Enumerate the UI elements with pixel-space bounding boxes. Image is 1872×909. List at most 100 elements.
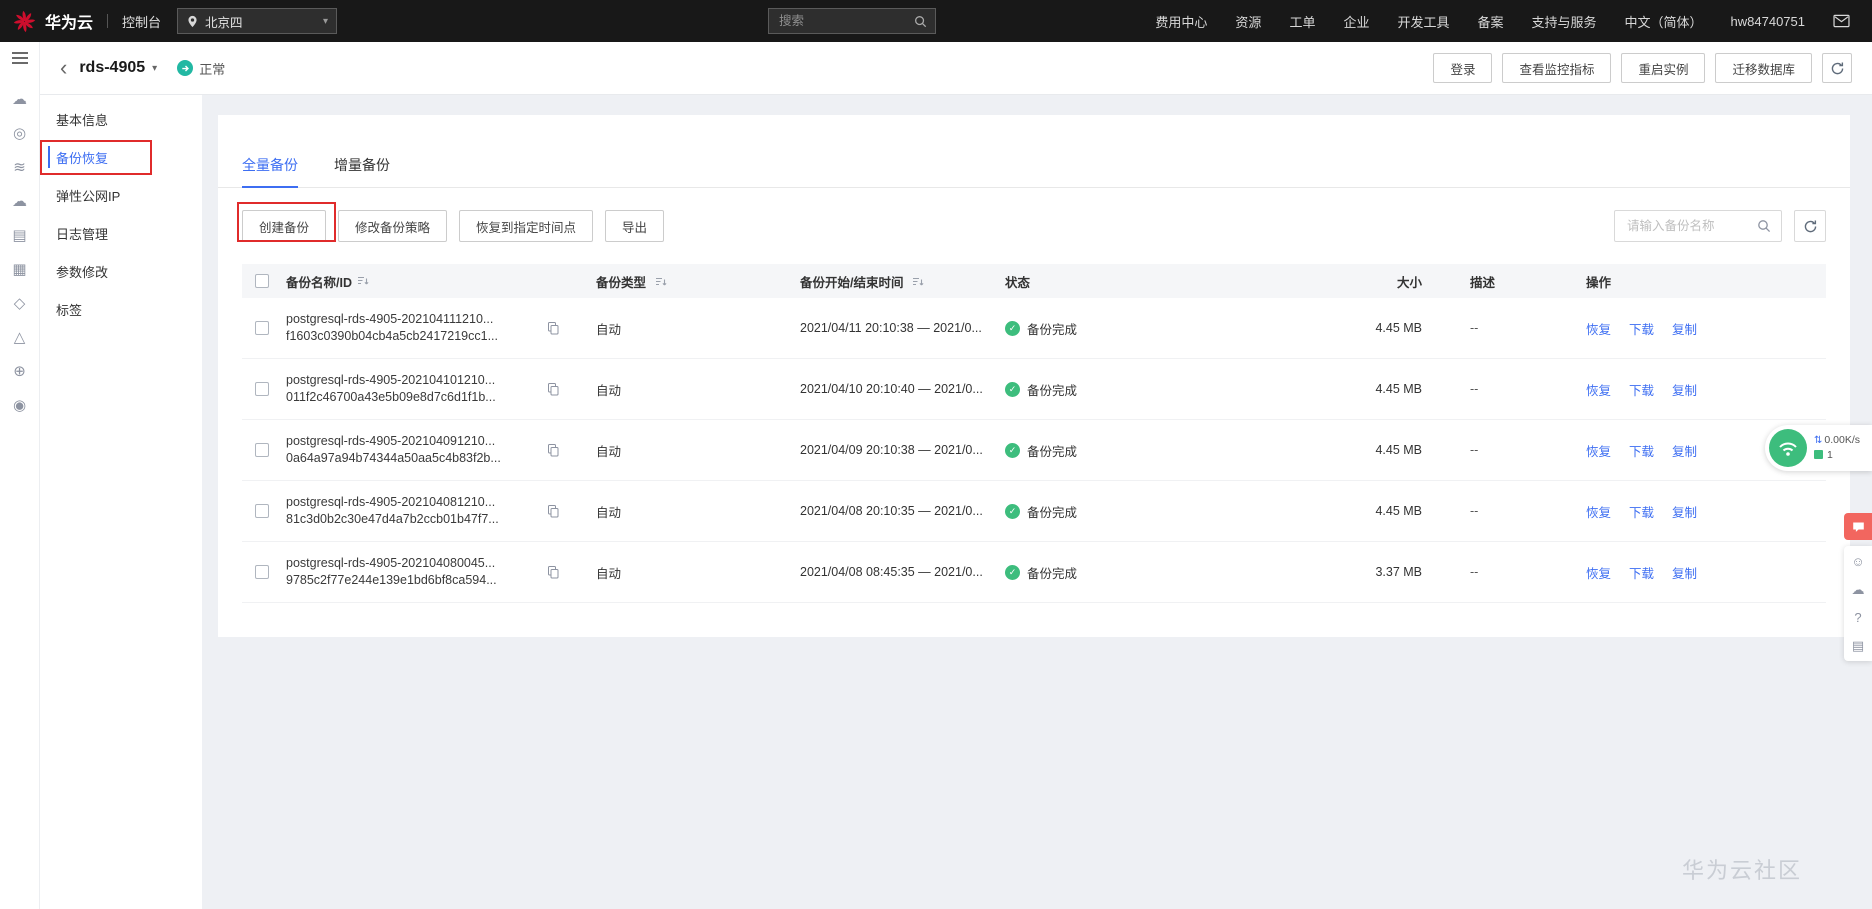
mail-icon[interactable]	[1833, 14, 1850, 28]
download-link[interactable]: 下载	[1629, 502, 1654, 521]
sidebar-item-parameters[interactable]: 参数修改	[40, 252, 202, 290]
export-button[interactable]: 导出	[605, 210, 665, 242]
backup-size: 4.45 MB	[1375, 504, 1422, 518]
select-all-checkbox[interactable]	[255, 274, 269, 288]
restore-link[interactable]: 恢复	[1586, 319, 1611, 338]
icon-rail: ☁ ◎ ≋ ☁ ▤ ▦ ◇ △ ⊕ ◉	[0, 42, 40, 909]
top-navigation-bar: 华为云 控制台 北京四 ▾ 费用中心 资源 工单 企业 开发工具 备案	[0, 0, 1872, 42]
copy-icon[interactable]	[546, 321, 560, 335]
sidebar-item-eip[interactable]: 弹性公网IP	[40, 176, 202, 214]
document-icon[interactable]: ▤	[8, 223, 32, 247]
cloud-backup-icon[interactable]: ◇	[8, 291, 32, 315]
backup-search-input[interactable]	[1625, 218, 1757, 234]
menu-billing[interactable]: 费用中心	[1155, 12, 1207, 31]
refresh-icon	[1831, 62, 1843, 74]
console-link[interactable]: 控制台	[122, 12, 161, 31]
menu-support[interactable]: 支持与服务	[1532, 12, 1597, 31]
success-icon: ✓	[1005, 320, 1020, 336]
menu-language[interactable]: 中文（简体）	[1625, 12, 1703, 31]
menu-enterprise[interactable]: 企业	[1343, 12, 1369, 31]
table-row: postgresql-rds-4905-202104101210... 011f…	[242, 359, 1826, 420]
experiment-icon[interactable]: △	[8, 325, 32, 349]
menu-account[interactable]: hw84740751	[1731, 14, 1805, 29]
emoji-icon[interactable]: ☺	[1851, 555, 1864, 568]
survey-icon[interactable]: ▤	[1852, 639, 1864, 652]
download-link[interactable]: 下载	[1629, 380, 1654, 399]
hamburger-icon[interactable]	[11, 51, 29, 65]
sort-icon[interactable]	[655, 276, 667, 288]
menu-icp[interactable]: 备案	[1477, 12, 1503, 31]
console-icon[interactable]: ☁	[8, 87, 32, 111]
replicate-link[interactable]: 复制	[1672, 380, 1697, 399]
tab-incremental-backup[interactable]: 增量备份	[334, 155, 390, 187]
menu-tickets[interactable]: 工单	[1289, 12, 1315, 31]
global-search-input[interactable]	[777, 13, 914, 29]
instance-dropdown-icon[interactable]: ▾	[152, 63, 157, 74]
row-checkbox[interactable]	[255, 504, 269, 518]
sort-icon[interactable]	[912, 276, 924, 288]
copy-icon[interactable]	[546, 504, 560, 518]
menu-dev-tools[interactable]: 开发工具	[1397, 12, 1449, 31]
main-content: 全量备份 增量备份 创建备份 修改备份策略 恢复到指定时间点 导出 请输入备份名…	[202, 95, 1872, 909]
copy-icon[interactable]	[546, 382, 560, 396]
global-search[interactable]	[768, 8, 936, 34]
download-link[interactable]: 下载	[1629, 563, 1654, 582]
refresh-table-button[interactable]	[1794, 210, 1826, 242]
cloud-service-icon[interactable]: ☁	[8, 189, 32, 213]
table-row: postgresql-rds-4905-202104080045... 9785…	[242, 542, 1826, 603]
sidebar-item-backup-restore[interactable]: 备份恢复	[40, 138, 202, 176]
search-icon[interactable]	[1757, 219, 1771, 233]
feedback-button[interactable]	[1844, 513, 1872, 540]
sidebar-item-basic-info[interactable]: 基本信息	[40, 100, 202, 138]
menu-resources[interactable]: 资源	[1235, 12, 1261, 31]
backup-search[interactable]	[1614, 210, 1782, 242]
instance-sidebar: 基本信息 备份恢复 弹性公网IP 日志管理 参数修改 标签	[40, 95, 202, 909]
restore-link[interactable]: 恢复	[1586, 502, 1611, 521]
replicate-link[interactable]: 复制	[1672, 563, 1697, 582]
sidebar-item-tags[interactable]: 标签	[40, 290, 202, 328]
cloud-download-icon[interactable]: ☁	[1852, 583, 1865, 596]
replicate-link[interactable]: 复制	[1672, 441, 1697, 460]
search-icon[interactable]	[914, 15, 927, 28]
huawei-logo[interactable]: 华为云	[0, 9, 93, 34]
restore-link[interactable]: 恢复	[1586, 563, 1611, 582]
migrate-database-button[interactable]: 迁移数据库	[1715, 53, 1812, 83]
row-checkbox[interactable]	[255, 382, 269, 396]
copy-icon[interactable]	[546, 565, 560, 579]
back-arrow-icon[interactable]: ‹	[60, 57, 67, 79]
copy-icon[interactable]	[546, 443, 560, 457]
login-button[interactable]: 登录	[1433, 53, 1493, 83]
region-selector[interactable]: 北京四 ▾	[177, 8, 338, 34]
globe-icon[interactable]: ⊕	[8, 359, 32, 383]
replicate-link[interactable]: 复制	[1672, 319, 1697, 338]
sort-icon[interactable]	[357, 275, 369, 287]
modify-backup-policy-button[interactable]: 修改备份策略	[338, 210, 448, 242]
log-icon[interactable]: ▦	[8, 257, 32, 281]
support-icon[interactable]: ◉	[8, 393, 32, 417]
replicate-link[interactable]: 复制	[1672, 502, 1697, 521]
signal-icon[interactable]	[1769, 429, 1807, 467]
row-checkbox[interactable]	[255, 443, 269, 457]
auto-scaling-icon[interactable]: ≋	[8, 155, 32, 179]
help-icon[interactable]: ?	[1854, 611, 1861, 624]
backup-name: postgresql-rds-4905-202104081210...	[286, 495, 496, 509]
backup-type: 自动	[596, 383, 622, 398]
tab-full-backup[interactable]: 全量备份	[242, 155, 298, 188]
restore-to-point-button[interactable]: 恢复到指定时间点	[459, 210, 594, 242]
restart-instance-button[interactable]: 重启实例	[1621, 53, 1706, 83]
backup-type: 自动	[596, 566, 622, 581]
backup-status: 备份完成	[1027, 383, 1078, 398]
create-backup-button[interactable]: 创建备份	[242, 210, 327, 242]
huawei-flower-icon	[13, 10, 36, 32]
row-checkbox[interactable]	[255, 565, 269, 579]
download-link[interactable]: 下载	[1629, 319, 1654, 338]
sidebar-item-logs[interactable]: 日志管理	[40, 214, 202, 252]
refresh-button[interactable]	[1822, 53, 1852, 83]
user-group-icon[interactable]: ◎	[8, 121, 32, 145]
download-link[interactable]: 下载	[1629, 441, 1654, 460]
restore-link[interactable]: 恢复	[1586, 441, 1611, 460]
view-metrics-button[interactable]: 查看监控指标	[1502, 53, 1612, 83]
row-checkbox[interactable]	[255, 321, 269, 335]
restore-link[interactable]: 恢复	[1586, 380, 1611, 399]
up-down-arrows-icon: ⇅	[1814, 435, 1823, 446]
